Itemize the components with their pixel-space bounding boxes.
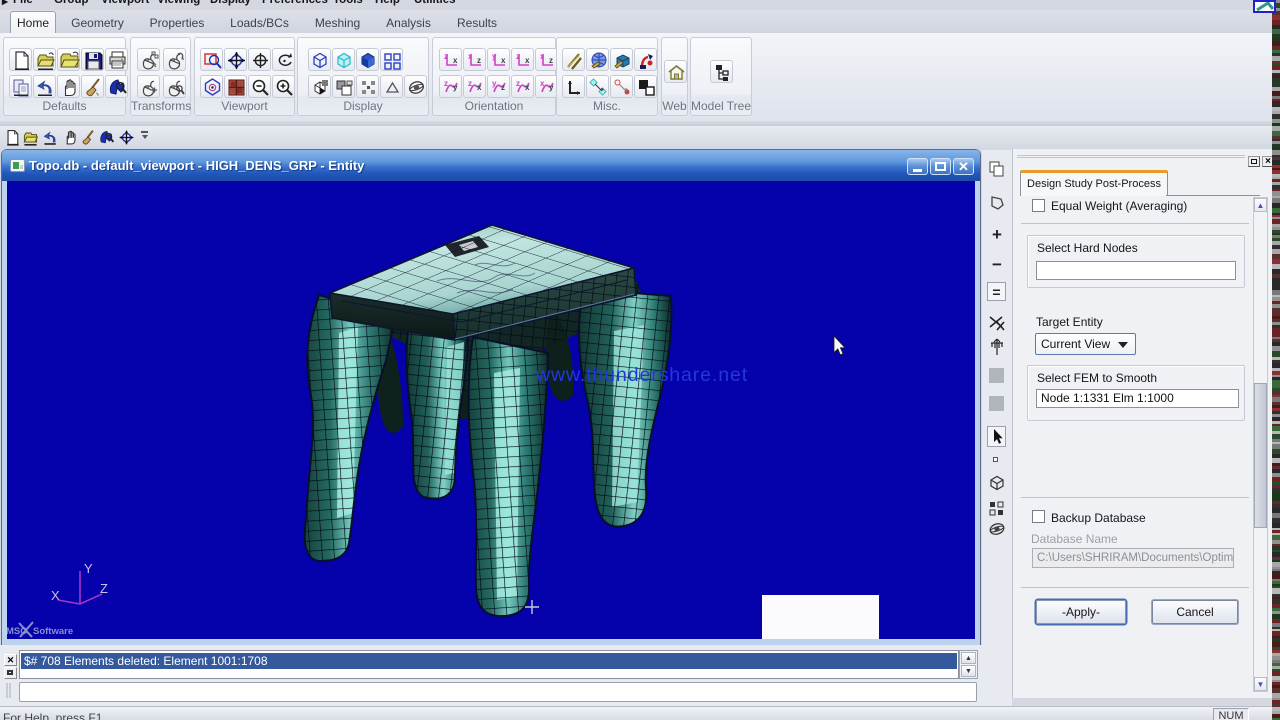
svg-text:z: z xyxy=(516,79,520,88)
svg-text:z: z xyxy=(477,56,481,65)
svg-text:www.thundershare.net: www.thundershare.net xyxy=(535,364,748,386)
svg-text:z: z xyxy=(516,52,520,61)
svg-text:x: x xyxy=(525,83,530,92)
svg-text:Software: Software xyxy=(33,626,73,637)
svg-text:Z: Z xyxy=(100,581,108,596)
svg-text:x: x xyxy=(540,79,545,88)
svg-text:x: x xyxy=(477,83,482,92)
svg-text:z: z xyxy=(468,79,472,88)
svg-text:X: X xyxy=(51,588,60,603)
svg-text:x: x xyxy=(525,56,530,65)
svg-text:x: x xyxy=(501,56,506,65)
svg-text:z: z xyxy=(549,56,553,65)
svg-text:y: y xyxy=(492,52,497,61)
svg-text:z: z xyxy=(501,83,505,92)
svg-text:z: z xyxy=(444,52,448,61)
svg-text:x: x xyxy=(468,52,473,61)
svg-text:x: x xyxy=(540,52,545,61)
svg-text:y: y xyxy=(492,79,497,88)
svg-text:z: z xyxy=(444,79,448,88)
svg-text:x: x xyxy=(453,56,458,65)
svg-text:Y: Y xyxy=(84,561,93,576)
svg-text:y: y xyxy=(453,83,458,92)
svg-text:y: y xyxy=(549,83,554,92)
